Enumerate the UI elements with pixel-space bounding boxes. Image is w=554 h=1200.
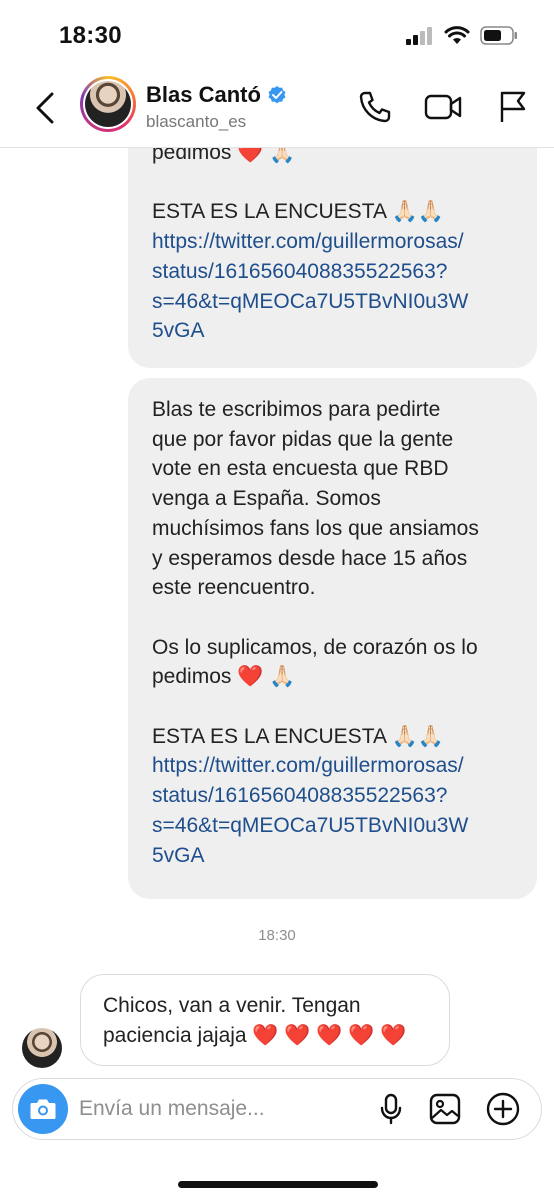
signal-icon bbox=[406, 26, 432, 45]
avatar-image bbox=[85, 81, 131, 127]
call-button[interactable] bbox=[356, 88, 394, 126]
back-icon bbox=[36, 92, 54, 124]
verified-icon bbox=[268, 86, 286, 104]
sender-avatar[interactable] bbox=[22, 1028, 62, 1068]
incoming-message[interactable]: Chicos, van a venir. Tengan paciencia ja… bbox=[80, 974, 450, 1066]
phone-icon bbox=[359, 91, 391, 123]
video-call-button[interactable] bbox=[424, 88, 462, 126]
message-text: y esperamos desde hace 15 años bbox=[152, 546, 468, 570]
contact-name-row[interactable]: Blas Cantó bbox=[146, 82, 287, 108]
more-options-button[interactable] bbox=[485, 1091, 521, 1127]
flag-icon bbox=[500, 91, 526, 122]
plus-icon bbox=[486, 1092, 520, 1126]
message-link[interactable]: 5vGA bbox=[152, 316, 513, 346]
message-text: paciencia jajaja ❤️ ❤️ ❤️ ❤️ ❤️ bbox=[103, 1024, 407, 1047]
message-link[interactable]: https://twitter.com/guillermorosas/ bbox=[152, 751, 513, 781]
message-text: vote en esta encuesta que RBD bbox=[152, 457, 449, 481]
message-input[interactable] bbox=[79, 1093, 369, 1125]
message-link[interactable]: status/1616560408835522563? bbox=[152, 781, 513, 811]
camera-button[interactable] bbox=[18, 1084, 68, 1134]
home-indicator[interactable] bbox=[178, 1181, 378, 1188]
outgoing-message[interactable]: Blas te escribimos para pedirte que por … bbox=[128, 378, 537, 899]
message-text: Chicos, van a venir. Tengan bbox=[103, 994, 361, 1017]
message-text: que por favor pidas que la gente bbox=[152, 427, 454, 451]
outgoing-message[interactable]: pedimos ❤️ 🙏🏻 ESTA ES LA ENCUESTA 🙏🏻🙏🏻 h… bbox=[128, 148, 537, 368]
status-time: 18:30 bbox=[59, 22, 122, 49]
message-text: Blas te escribimos para pedirte bbox=[152, 398, 441, 421]
message-timestamp: 18:30 bbox=[258, 927, 296, 944]
message-link[interactable]: s=46&t=qMEOCa7U5TBvNI0u3W bbox=[152, 287, 513, 317]
voice-message-button[interactable] bbox=[373, 1091, 409, 1127]
gallery-icon bbox=[429, 1093, 461, 1125]
chat-header: Blas Cantó blascanto_es bbox=[0, 72, 554, 148]
contact-handle: blascanto_es bbox=[146, 112, 247, 131]
message-text: pedimos ❤️ 🙏🏻 bbox=[152, 665, 296, 689]
message-link[interactable]: s=46&t=qMEOCa7U5TBvNI0u3W bbox=[152, 811, 513, 841]
report-button[interactable] bbox=[494, 88, 532, 126]
message-text: Os lo suplicamos, de corazón os lo bbox=[152, 635, 478, 659]
status-bar: 18:30 bbox=[0, 0, 554, 72]
message-text: este reencuentro. bbox=[152, 576, 316, 600]
message-link[interactable]: 5vGA bbox=[152, 841, 513, 871]
gallery-button[interactable] bbox=[427, 1091, 463, 1127]
battery-icon bbox=[480, 26, 517, 45]
microphone-icon bbox=[380, 1093, 402, 1125]
message-link[interactable]: https://twitter.com/guillermorosas/ bbox=[152, 227, 513, 257]
contact-avatar[interactable] bbox=[80, 76, 136, 132]
message-text: venga a España. Somos bbox=[152, 487, 381, 511]
contact-name: Blas Cantó bbox=[146, 82, 261, 107]
video-icon bbox=[424, 94, 462, 120]
wifi-icon bbox=[444, 26, 470, 44]
message-thread[interactable]: pedimos ❤️ 🙏🏻 ESTA ES LA ENCUESTA 🙏🏻🙏🏻 h… bbox=[0, 148, 554, 1076]
message-link[interactable]: status/1616560408835522563? bbox=[152, 257, 513, 287]
message-composer bbox=[12, 1078, 542, 1140]
message-text: pedimos ❤️ 🙏🏻 bbox=[152, 148, 296, 164]
message-text: muchísimos fans los que ansiamos bbox=[152, 516, 479, 540]
message-text: ESTA ES LA ENCUESTA 🙏🏻🙏🏻 bbox=[152, 200, 444, 224]
camera-icon bbox=[30, 1099, 56, 1119]
status-icons bbox=[406, 26, 518, 45]
message-text: ESTA ES LA ENCUESTA 🙏🏻🙏🏻 bbox=[152, 724, 444, 748]
back-button[interactable] bbox=[28, 88, 62, 128]
